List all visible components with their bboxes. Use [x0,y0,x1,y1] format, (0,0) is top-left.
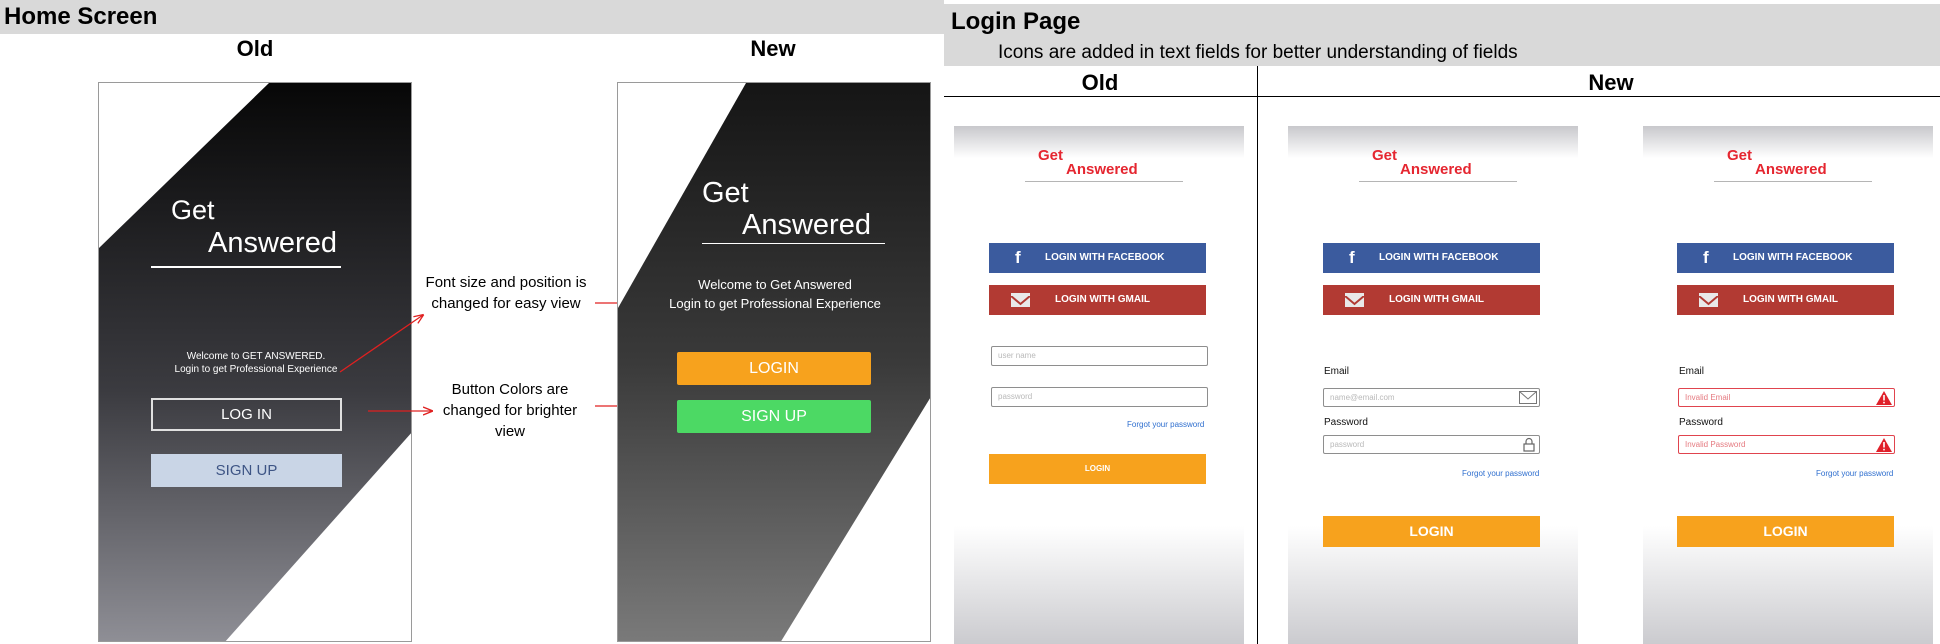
login-new-heading: New [1588,70,1634,95]
login-new-phone: Get Answered f LOGIN WITH FACEBOOK LOGIN… [1288,126,1578,644]
password-error-text: Invalid Password [1685,440,1746,449]
login-new-facebook-button[interactable]: f LOGIN WITH FACEBOOK [1323,243,1540,273]
password-label: Password [1324,417,1368,428]
gmail-label: LOGIN WITH GMAIL [1055,294,1150,305]
arrow-font-old [339,315,423,373]
home-new-phone: Get Answered Welcome to Get Answered Log… [617,82,931,642]
login-error-logo-answered: Answered [1755,161,1827,178]
home-new-signup-button[interactable]: SIGN UP [677,400,871,433]
facebook-label: LOGIN WITH FACEBOOK [1045,252,1165,263]
email-error-text: Invalid Email [1685,393,1731,402]
home-new-logo-get: Get [702,177,749,209]
home-new-logo-answered: Answered [742,209,871,241]
email-field-error[interactable]: Invalid Email [1678,388,1895,407]
facebook-label: LOGIN WITH FACEBOOK [1733,252,1853,263]
password-field[interactable]: password [991,387,1208,407]
login-new-login-button[interactable]: LOGIN [1323,516,1540,547]
email-label: Email [1324,366,1350,377]
login-old-login-button[interactable]: LOGIN [989,454,1206,484]
email-field[interactable]: name@email.com [1323,388,1540,407]
facebook-icon: f [1349,248,1355,267]
home-new-welcome-line2: Login to get Professional Experience [669,296,881,311]
gmail-icon [1010,293,1031,307]
password-placeholder: password [1330,440,1365,449]
username-field[interactable]: user name [991,346,1208,366]
login-error-phone: Get Answered f LOGIN WITH FACEBOOK LOGIN… [1643,126,1933,644]
email-placeholder: name@email.com [1330,393,1395,402]
login-error-logo-get: Get [1727,147,1753,164]
password-field[interactable]: password [1323,435,1540,454]
gmail-icon [1698,293,1719,307]
login-error-gmail-button[interactable]: LOGIN WITH GMAIL [1677,285,1894,315]
login-old-logo-get: Get [1038,147,1064,164]
home-new-logo-underline [702,243,885,244]
login-error-facebook-button[interactable]: f LOGIN WITH FACEBOOK [1677,243,1894,273]
login-old-heading: Old [1081,70,1119,95]
password-field-error[interactable]: Invalid Password [1678,435,1895,454]
home-new-login-button[interactable]: LOGIN [677,352,871,385]
login-subtitle: Icons are added in text fields for bette… [998,42,1518,63]
gmail-label: LOGIN WITH GMAIL [1743,294,1838,305]
forgot-password-link[interactable]: Forgot your password [1462,469,1539,478]
home-new-welcome-line1: Welcome to Get Answered [698,277,852,292]
login-new-gmail-button[interactable]: LOGIN WITH GMAIL [1323,285,1540,315]
login-old-logo-underline [1025,181,1183,182]
login-old-logo-answered: Answered [1066,161,1138,178]
login-old-gmail-button[interactable]: LOGIN WITH GMAIL [989,285,1206,315]
login-old-facebook-button[interactable]: f LOGIN WITH FACEBOOK [989,243,1206,273]
gmail-label: LOGIN WITH GMAIL [1389,294,1484,305]
facebook-icon: f [1015,248,1021,267]
login-column-divider [1257,66,1258,644]
login-error-logo-underline [1714,181,1872,182]
login-new-logo-answered: Answered [1400,161,1472,178]
warning-icon [1876,391,1892,412]
forgot-password-link[interactable]: Forgot your password [1816,469,1893,478]
login-new-logo-get: Get [1372,147,1398,164]
facebook-label: LOGIN WITH FACEBOOK [1379,252,1499,263]
login-header-divider [944,96,1940,97]
warning-icon [1876,438,1892,459]
login-error-login-button[interactable]: LOGIN [1677,516,1894,547]
login-new-logo-underline [1359,181,1517,182]
login-old-phone: Get Answered f LOGIN WITH FACEBOOK LOGIN… [954,126,1244,644]
login-section-title: Login Page [951,8,1081,35]
forgot-password-link[interactable]: Forgot your password [1127,420,1204,429]
lock-icon [1523,437,1535,459]
email-label: Email [1679,366,1705,377]
facebook-icon: f [1703,248,1709,267]
password-label: Password [1679,417,1723,428]
gmail-icon [1344,293,1365,307]
envelope-icon [1519,391,1537,411]
